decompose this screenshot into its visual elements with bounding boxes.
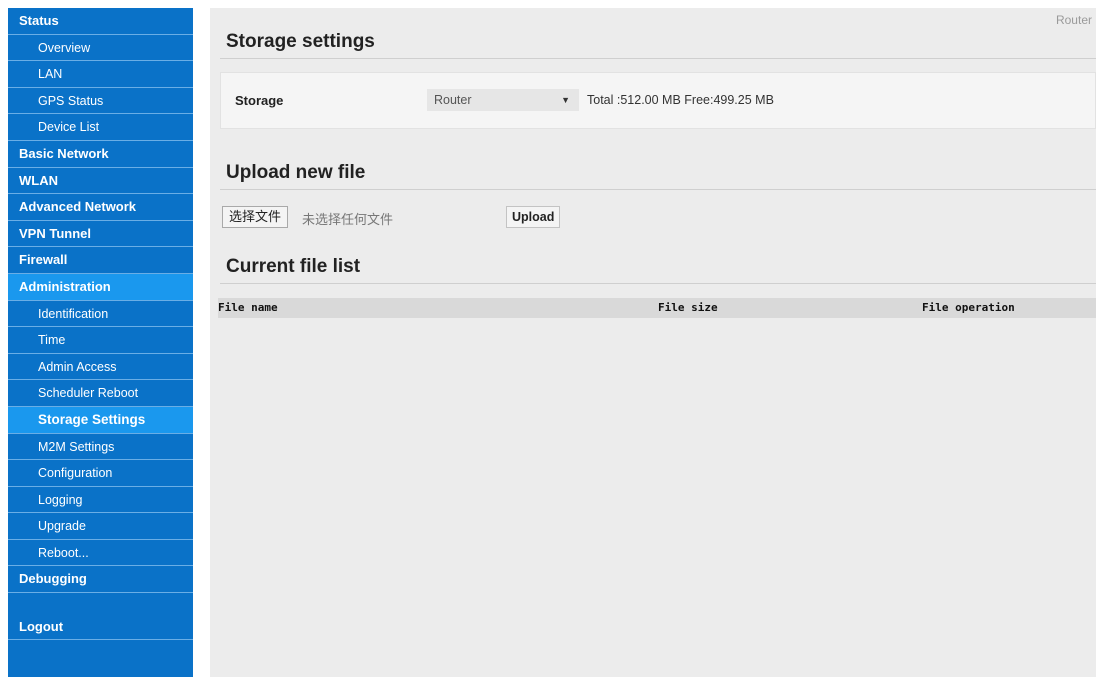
sidebar-item-overview[interactable]: Overview <box>8 35 193 62</box>
storage-settings-title: Storage settings <box>226 31 375 52</box>
sidebar-item-m2m-settings[interactable]: M2M Settings <box>8 434 193 461</box>
sidebar-item-storage-settings[interactable]: Storage Settings <box>8 406 193 434</box>
upload-button[interactable]: Upload <box>506 206 561 228</box>
dropdown-arrow-icon: ▼ <box>561 95 570 105</box>
section-divider <box>220 58 1096 59</box>
sidebar-item-reboot[interactable]: Reboot... <box>8 540 193 567</box>
file-table-header: File name File size File operation <box>218 298 1096 318</box>
sidebar-item-scheduler-reboot[interactable]: Scheduler Reboot <box>8 380 193 407</box>
section-divider <box>220 283 1096 284</box>
sidebar-item-administration[interactable]: Administration <box>8 273 193 301</box>
sidebar-item-vpn-tunnel[interactable]: VPN Tunnel <box>8 221 193 248</box>
sidebar-item-status[interactable]: Status <box>8 8 193 35</box>
sidebar-item-gps-status[interactable]: GPS Status <box>8 88 193 115</box>
column-header-file-operation[interactable]: File operation <box>922 298 1015 318</box>
main-panel: Router Storage settings Storage Router ▼… <box>210 8 1096 677</box>
sidebar-item-lan[interactable]: LAN <box>8 61 193 88</box>
sidebar-item-time[interactable]: Time <box>8 327 193 354</box>
column-header-file-size[interactable]: File size <box>658 298 718 318</box>
router-label: Router <box>1055 13 1092 27</box>
sidebar-item-debugging[interactable]: Debugging <box>8 566 193 594</box>
sidebar-item-advanced-network[interactable]: Advanced Network <box>8 194 193 221</box>
section-divider <box>220 189 1096 190</box>
sidebar-item-logging[interactable]: Logging <box>8 487 193 514</box>
column-header-file-name[interactable]: File name <box>218 298 278 318</box>
sidebar-item-logout[interactable]: Logout <box>8 613 193 641</box>
storage-select[interactable]: Router ▼ <box>427 89 579 111</box>
current-file-list-title: Current file list <box>226 256 361 277</box>
sidebar-item-identification[interactable]: Identification <box>8 301 193 328</box>
storage-panel: Storage Router ▼ Total :512.00 MB Free:4… <box>220 72 1096 129</box>
sidebar-nav: Status Overview LAN GPS Status Device Li… <box>8 8 193 677</box>
sidebar-item-basic-network[interactable]: Basic Network <box>8 141 193 168</box>
sidebar-item-firewall[interactable]: Firewall <box>8 247 193 274</box>
sidebar-item-device-list[interactable]: Device List <box>8 114 193 141</box>
choose-file-button[interactable]: 选择文件 <box>222 206 289 228</box>
sidebar-item-configuration[interactable]: Configuration <box>8 460 193 487</box>
upload-new-file-title: Upload new file <box>226 162 366 183</box>
storage-info: Total :512.00 MB Free:499.25 MB <box>587 93 774 107</box>
sidebar-item-wlan[interactable]: WLAN <box>8 168 193 195</box>
storage-select-value: Router <box>434 93 472 107</box>
sidebar-item-admin-access[interactable]: Admin Access <box>8 354 193 381</box>
storage-label: Storage <box>235 93 284 108</box>
sidebar-item-upgrade[interactable]: Upgrade <box>8 513 193 540</box>
no-file-selected-text: 未选择任何文件 <box>302 212 394 227</box>
